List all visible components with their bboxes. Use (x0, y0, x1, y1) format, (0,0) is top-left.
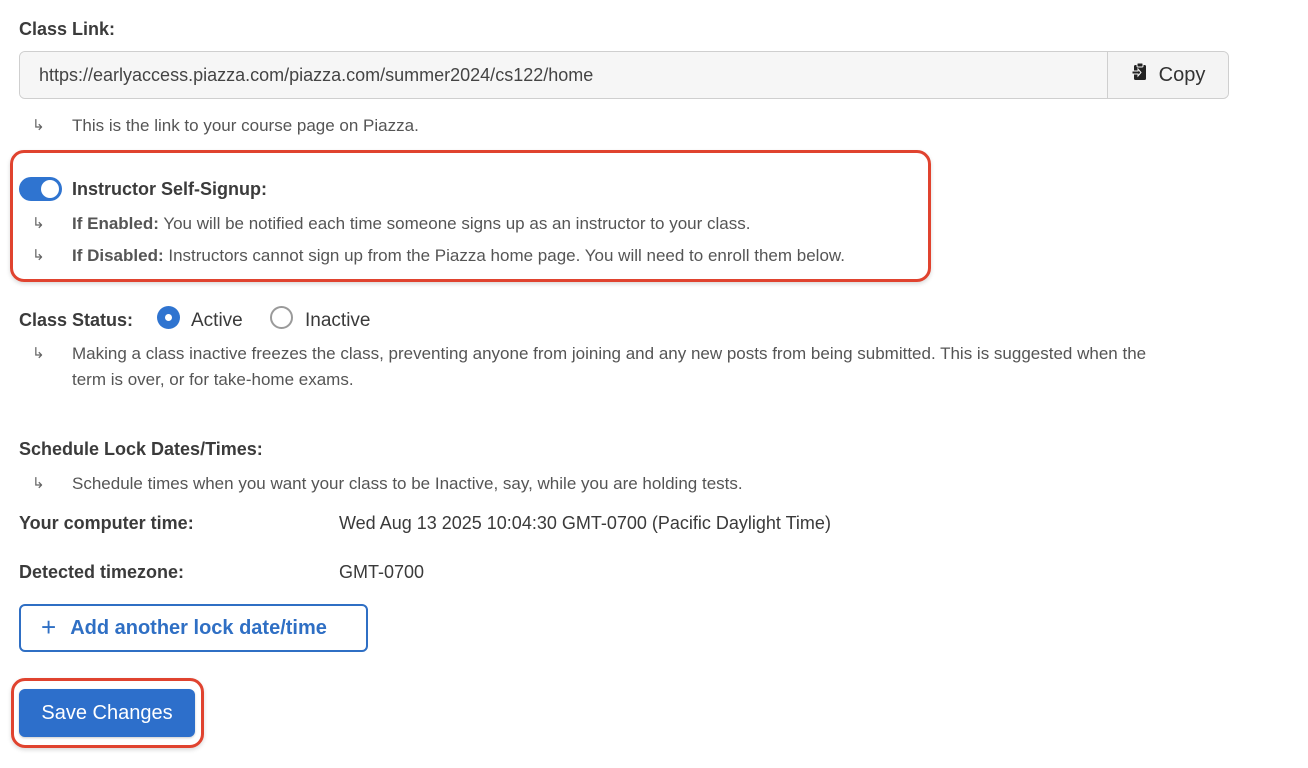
plus-icon: + (41, 611, 57, 642)
enabled-text: You will be notified each time someone s… (158, 214, 751, 233)
self-signup-toggle[interactable] (19, 177, 62, 201)
self-signup-label: Instructor Self-Signup: (72, 179, 267, 199)
status-inactive-label[interactable]: Inactive (305, 310, 370, 332)
status-inactive-radio[interactable] (270, 306, 293, 329)
hint-arrow-icon: ↳ (32, 474, 45, 492)
lock-dates-hint: Schedule times when you want your class … (72, 474, 743, 493)
self-signup-enabled-hint: If Enabled: You will be notified each ti… (72, 214, 750, 234)
computer-time-value: Wed Aug 13 2025 10:04:30 GMT-0700 (Pacif… (339, 513, 831, 533)
copy-button-label: Copy (1158, 63, 1206, 86)
class-status-hint-line1: Making a class inactive freezes the clas… (72, 344, 1147, 363)
save-changes-button[interactable]: Save Changes (19, 689, 195, 737)
clipboard-icon (1131, 62, 1149, 88)
class-status-hint-line2: term is over, or for take-home exams. (72, 370, 354, 389)
add-lock-date-button[interactable]: + Add another lock date/time (19, 604, 368, 652)
hint-arrow-icon: ↳ (32, 344, 45, 362)
timezone-label: Detected timezone: (19, 562, 185, 582)
add-lock-date-label: Add another lock date/time (70, 616, 327, 639)
lock-dates-label: Schedule Lock Dates/Times: (19, 439, 263, 459)
class-link-label: Class Link: (19, 19, 116, 39)
hint-arrow-icon: ↳ (32, 246, 45, 264)
copy-button[interactable]: Copy (1107, 52, 1228, 98)
disabled-prefix: If Disabled: (72, 246, 164, 265)
status-active-radio[interactable] (157, 306, 180, 329)
computer-time-label: Your computer time: (19, 513, 194, 533)
hint-arrow-icon: ↳ (32, 214, 45, 232)
enabled-prefix: If Enabled: (72, 214, 159, 233)
class-link-group: Copy (19, 51, 1229, 99)
toggle-knob (41, 180, 59, 198)
disabled-text: Instructors cannot sign up from the Piaz… (163, 246, 845, 265)
status-active-label[interactable]: Active (191, 310, 243, 332)
hint-arrow-icon: ↳ (32, 116, 45, 134)
self-signup-disabled-hint: If Disabled: Instructors cannot sign up … (72, 246, 845, 266)
timezone-value: GMT-0700 (339, 562, 425, 582)
class-link-input[interactable] (20, 52, 1107, 98)
class-link-hint: This is the link to your course page on … (72, 116, 419, 135)
class-status-label: Class Status: (19, 310, 134, 330)
